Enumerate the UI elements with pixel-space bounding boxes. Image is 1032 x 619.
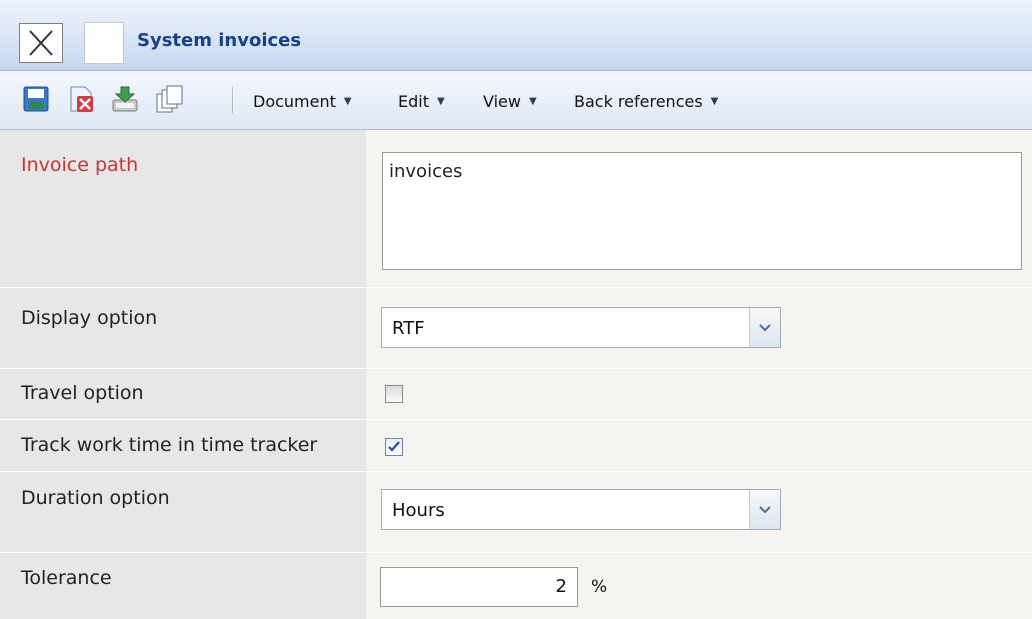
display-option-value: RTF [392, 318, 425, 339]
duration-option-value: Hours [392, 500, 445, 521]
tolerance-input[interactable]: 2 [380, 567, 578, 607]
close-icon [29, 30, 53, 56]
form-row-display-option: Display option RTF [0, 288, 1032, 368]
window-icon-placeholder [84, 22, 124, 64]
tolerance-label: Tolerance [21, 567, 112, 589]
duration-option-select[interactable]: Hours [381, 489, 781, 530]
menu-back-references-label: Back references [574, 91, 703, 111]
close-button[interactable] [19, 23, 63, 63]
form-row-travel-option: Travel option [0, 369, 1032, 419]
dropdown-arrow-icon: ▼ [343, 95, 352, 107]
discard-icon[interactable] [66, 84, 96, 114]
menu-view[interactable]: View ▼ [483, 89, 537, 113]
menu-edit[interactable]: Edit ▼ [398, 89, 445, 113]
track-work-time-checkbox[interactable] [385, 438, 403, 456]
save-icon[interactable] [21, 84, 51, 114]
form-row-tolerance: Tolerance 2 % [0, 553, 1032, 619]
menu-document[interactable]: Document ▼ [253, 89, 352, 113]
form-row-duration-option: Duration option Hours [0, 472, 1032, 552]
tolerance-unit: % [591, 577, 608, 597]
travel-option-checkbox[interactable] [385, 385, 403, 403]
export-icon[interactable] [110, 84, 140, 114]
dropdown-arrow-icon: ▼ [710, 95, 719, 107]
copy-icon[interactable] [154, 84, 184, 114]
invoice-path-label: Invoice path [21, 154, 139, 176]
menu-edit-label: Edit [398, 91, 429, 111]
dropdown-arrow-icon: ▼ [436, 95, 445, 107]
display-option-select[interactable]: RTF [381, 307, 781, 348]
window-title: System invoices [137, 30, 302, 51]
chevron-down-icon[interactable] [749, 308, 780, 347]
track-work-time-label: Track work time in time tracker [21, 434, 318, 456]
invoice-path-input[interactable]: invoices [382, 152, 1022, 270]
display-option-label: Display option [21, 307, 158, 329]
menu-back-references[interactable]: Back references ▼ [574, 89, 718, 113]
toolbar: Document ▼ Edit ▼ View ▼ Back references… [0, 71, 1032, 130]
menu-document-label: Document [253, 91, 336, 111]
chevron-down-icon[interactable] [749, 490, 780, 529]
travel-option-label: Travel option [21, 382, 144, 404]
form-row-invoice-path: Invoice path invoices [0, 130, 1032, 287]
menu-view-label: View [483, 91, 521, 111]
checkmark-icon [388, 441, 400, 452]
duration-option-label: Duration option [21, 487, 170, 509]
form-row-track-work-time: Track work time in time tracker [0, 420, 1032, 471]
toolbar-separator [232, 87, 234, 113]
dropdown-arrow-icon: ▼ [528, 95, 537, 107]
window-titlebar: System invoices [0, 0, 1032, 71]
